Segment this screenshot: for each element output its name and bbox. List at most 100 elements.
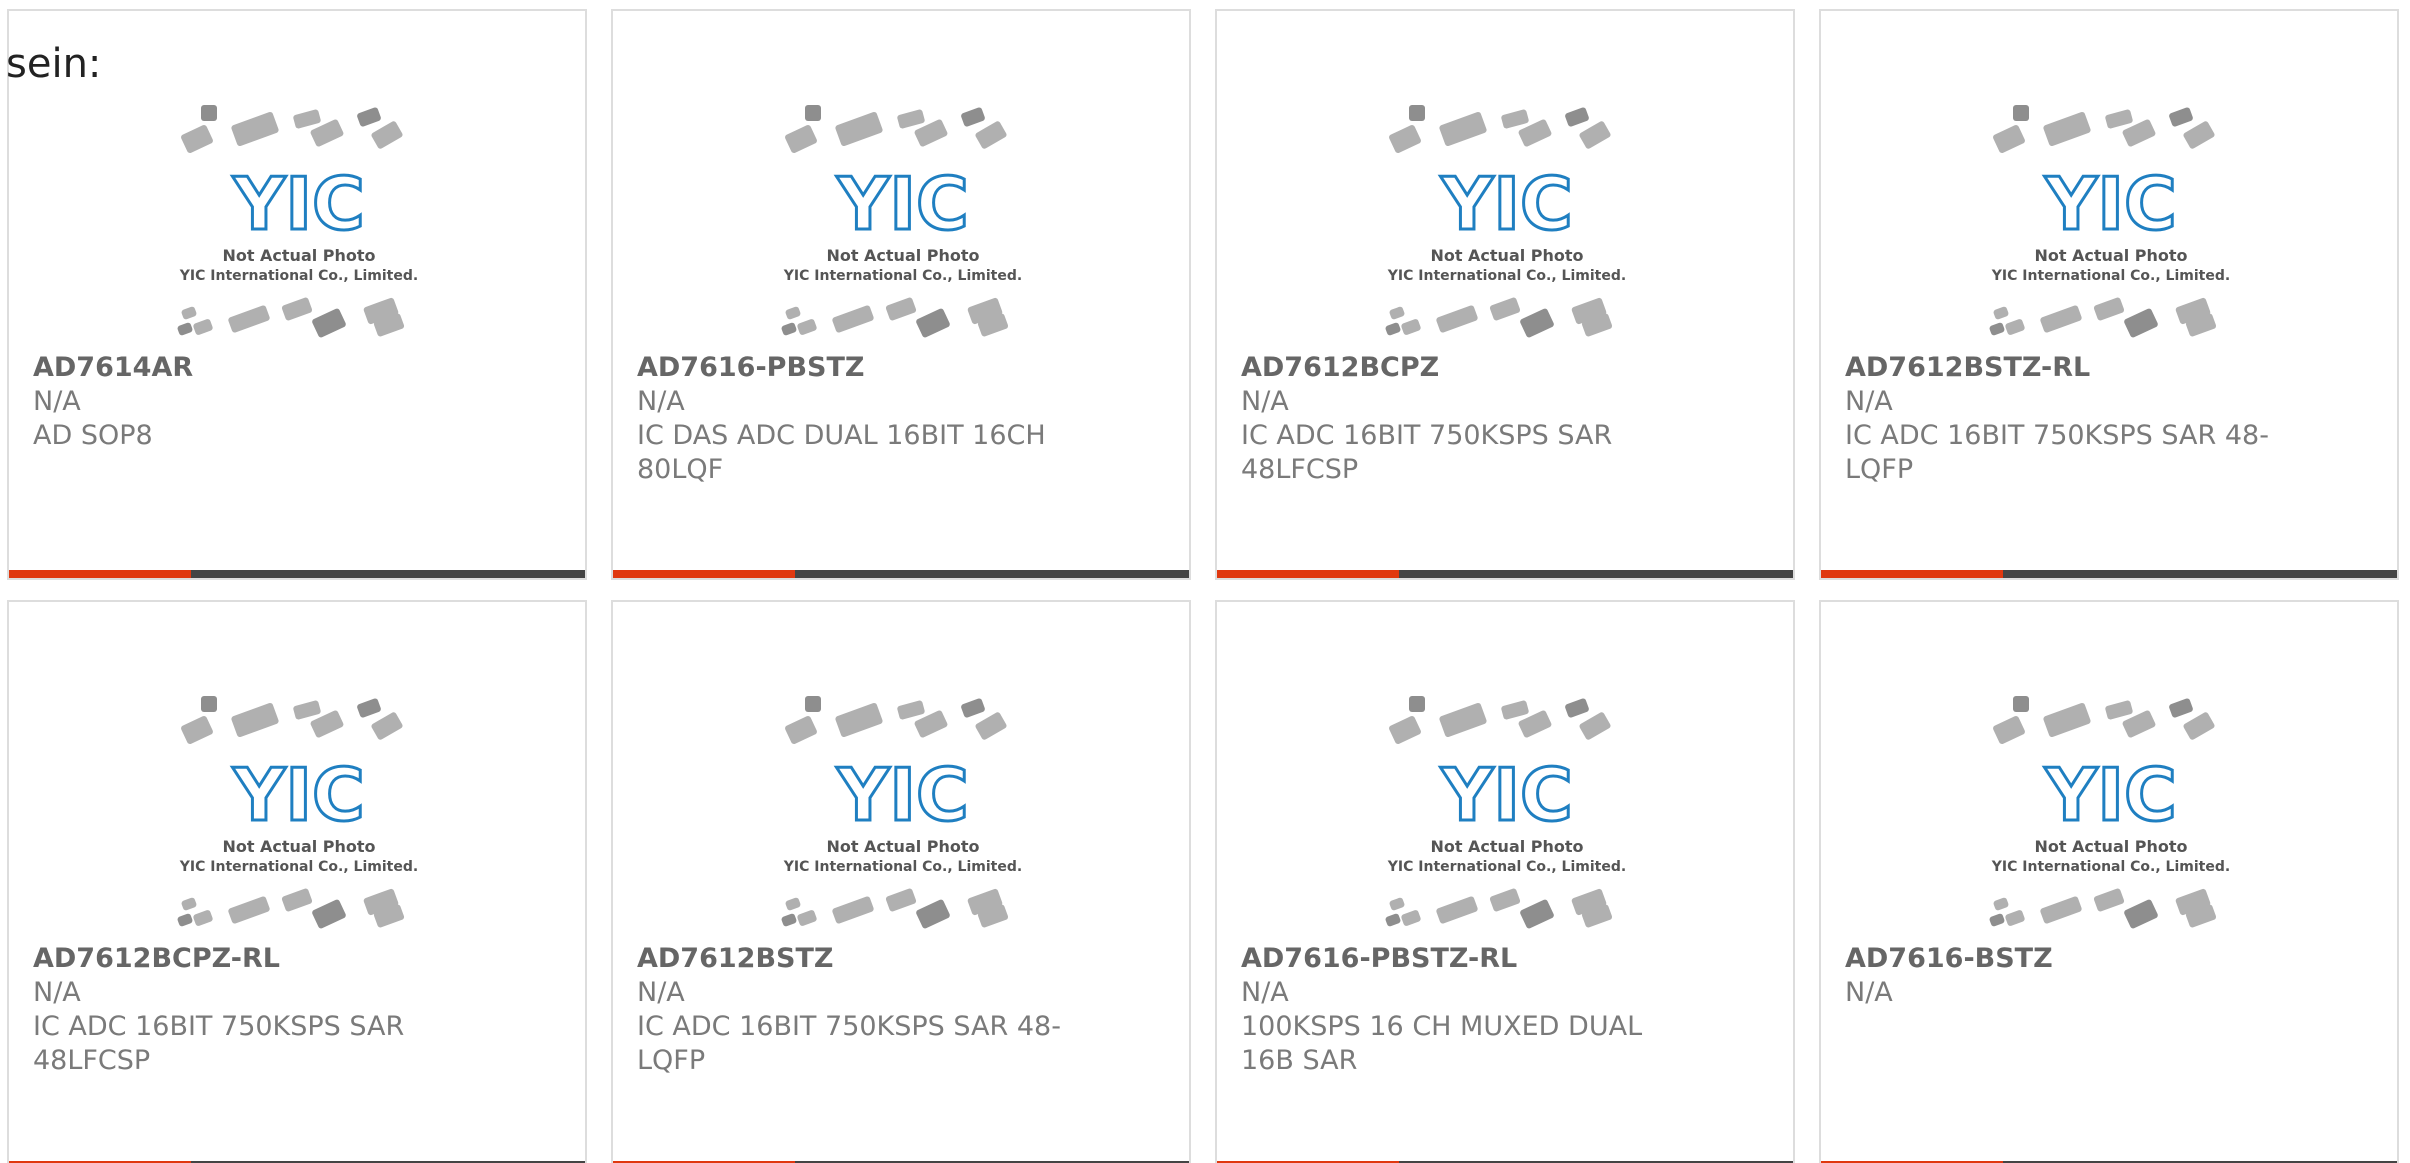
chip-shape — [2043, 702, 2091, 738]
chip-shape — [916, 899, 950, 929]
chip-shape — [357, 698, 381, 718]
chip-shape — [2093, 888, 2125, 912]
card-accent-bar — [1821, 570, 2397, 578]
product-card[interactable]: YIC Not Actual Photo YIC International Co.… — [1819, 9, 2399, 580]
part-number[interactable]: AD7612BCPZ — [1241, 351, 1439, 385]
card-accent-fill — [613, 570, 795, 578]
product-card[interactable]: YIC Not Actual Photo YIC International Co.… — [7, 9, 587, 580]
chip-shape — [805, 696, 821, 712]
placeholder-caption: Not Actual Photo — [1430, 837, 1583, 856]
chip-shape — [1389, 306, 1405, 320]
chip-shape — [177, 322, 193, 336]
manufacturer: N/A — [637, 386, 685, 417]
chip-shape — [897, 700, 925, 720]
manufacturer: N/A — [1845, 386, 1893, 417]
product-card[interactable]: YIC Not Actual Photo YIC International Co.… — [1819, 600, 2399, 1163]
card-accent-fill — [1217, 570, 1399, 578]
chip-shape — [1989, 913, 2005, 927]
chip-shape — [1385, 913, 1401, 927]
chip-shape — [2124, 899, 2158, 929]
chip-shape — [181, 897, 197, 911]
chip-shape — [1439, 111, 1487, 147]
chip-shape — [177, 913, 193, 927]
chip-shape — [1401, 910, 1421, 926]
yic-logo: YIC — [2044, 753, 2177, 837]
manufacturer: N/A — [33, 977, 81, 1008]
intro-text: sein: — [6, 41, 102, 87]
part-number[interactable]: AD7612BSTZ — [637, 942, 833, 976]
product-card[interactable]: YIC Not Actual Photo YIC International Co.… — [7, 600, 587, 1163]
chip-shape — [2093, 297, 2125, 321]
chip-shape — [293, 700, 321, 720]
chip-shape — [785, 897, 801, 911]
placeholder-image: YICNot Actual Photo YIC International Co.… — [781, 105, 1022, 338]
yic-logo: YIC — [1440, 753, 1573, 837]
chip-shape — [1489, 888, 1521, 912]
placeholder-company: YIC International Co., Limited. — [1991, 859, 2230, 875]
product-card[interactable]: YIC Not Actual Photo YIC International Co.… — [611, 9, 1191, 580]
description: 100KSPS 16 CH MUXED DUAL 16B SAR — [1241, 1011, 1643, 1076]
description: IC ADC 16BIT 750KSPS SAR 48LFCSP — [1241, 420, 1613, 485]
chip-shape — [1389, 897, 1405, 911]
product-card[interactable]: YIC Not Actual Photo YIC International Co.… — [1215, 9, 1795, 580]
chip-shape — [835, 111, 883, 147]
chip-shape — [1993, 306, 2009, 320]
placeholder-image: YICNot Actual Photo YIC International Co.… — [1989, 696, 2230, 929]
part-number[interactable]: AD7616-PBSTZ — [637, 351, 864, 385]
description: IC ADC 16BIT 750KSPS SAR 48-LQFP — [1845, 420, 2269, 485]
chip-shape — [1385, 322, 1401, 336]
chip-shape — [1579, 121, 1611, 149]
product-card[interactable]: YIC Not Actual Photo YIC International Co.… — [1215, 600, 1795, 1163]
chip-shape — [961, 107, 985, 127]
placeholder-company: YIC International Co., Limited. — [1387, 859, 1626, 875]
chip-shape — [193, 319, 213, 335]
chip-shape — [797, 319, 817, 335]
yic-logo: YIC — [1440, 162, 1573, 246]
placeholder-company: YIC International Co., Limited. — [1991, 268, 2230, 284]
chip-shape — [1436, 896, 1478, 924]
chip-shape — [975, 121, 1007, 149]
card-accent-fill — [9, 570, 191, 578]
card-accent-bar — [1217, 570, 1793, 578]
part-number[interactable]: AD7614AR — [33, 351, 193, 385]
chip-shape — [2183, 712, 2215, 740]
chip-shape — [1501, 700, 1529, 720]
product-card[interactable]: YIC Not Actual Photo YIC International Co.… — [611, 600, 1191, 1163]
chip-shape — [181, 125, 213, 153]
description: IC DAS ADC DUAL 16BIT 16CH 80LQF — [637, 420, 1046, 485]
chip-shape — [1579, 712, 1611, 740]
part-number[interactable]: AD7612BSTZ-RL — [1845, 351, 2090, 385]
chip-shape — [1409, 105, 1425, 121]
product-grid: YIC Not Actual Photo YIC International Co.… — [7, 9, 2399, 1163]
chip-shape — [2013, 696, 2029, 712]
chip-shape — [805, 105, 821, 121]
chip-shape — [1565, 107, 1589, 127]
chip-shape — [781, 322, 797, 336]
chip-shape — [916, 308, 950, 338]
yic-logo: YIC — [836, 162, 969, 246]
placeholder-company: YIC International Co., Limited. — [783, 268, 1022, 284]
chip-shape — [2013, 105, 2029, 121]
chip-shape — [2005, 910, 2025, 926]
chip-shape — [961, 698, 985, 718]
chip-shape — [897, 109, 925, 129]
part-number[interactable]: AD7616-BSTZ — [1845, 942, 2053, 976]
card-accent-fill — [1821, 570, 2003, 578]
placeholder-image: YICNot Actual Photo YIC International Co.… — [1385, 696, 1626, 929]
chip-shape — [312, 899, 346, 929]
manufacturer: N/A — [637, 977, 685, 1008]
manufacturer: N/A — [33, 386, 81, 417]
chip-shape — [231, 111, 279, 147]
part-number[interactable]: AD7616-PBSTZ-RL — [1241, 942, 1517, 976]
placeholder-company: YIC International Co., Limited. — [783, 859, 1022, 875]
chip-shape — [1409, 696, 1425, 712]
chip-shape — [293, 109, 321, 129]
chip-shape — [201, 105, 217, 121]
chip-shape — [781, 913, 797, 927]
part-number[interactable]: AD7612BCPZ-RL — [33, 942, 280, 976]
yic-logo: YIC — [836, 753, 969, 837]
chip-shape — [228, 305, 270, 333]
chip-shape — [832, 305, 874, 333]
placeholder-caption: Not Actual Photo — [2034, 246, 2187, 265]
chip-shape — [228, 896, 270, 924]
